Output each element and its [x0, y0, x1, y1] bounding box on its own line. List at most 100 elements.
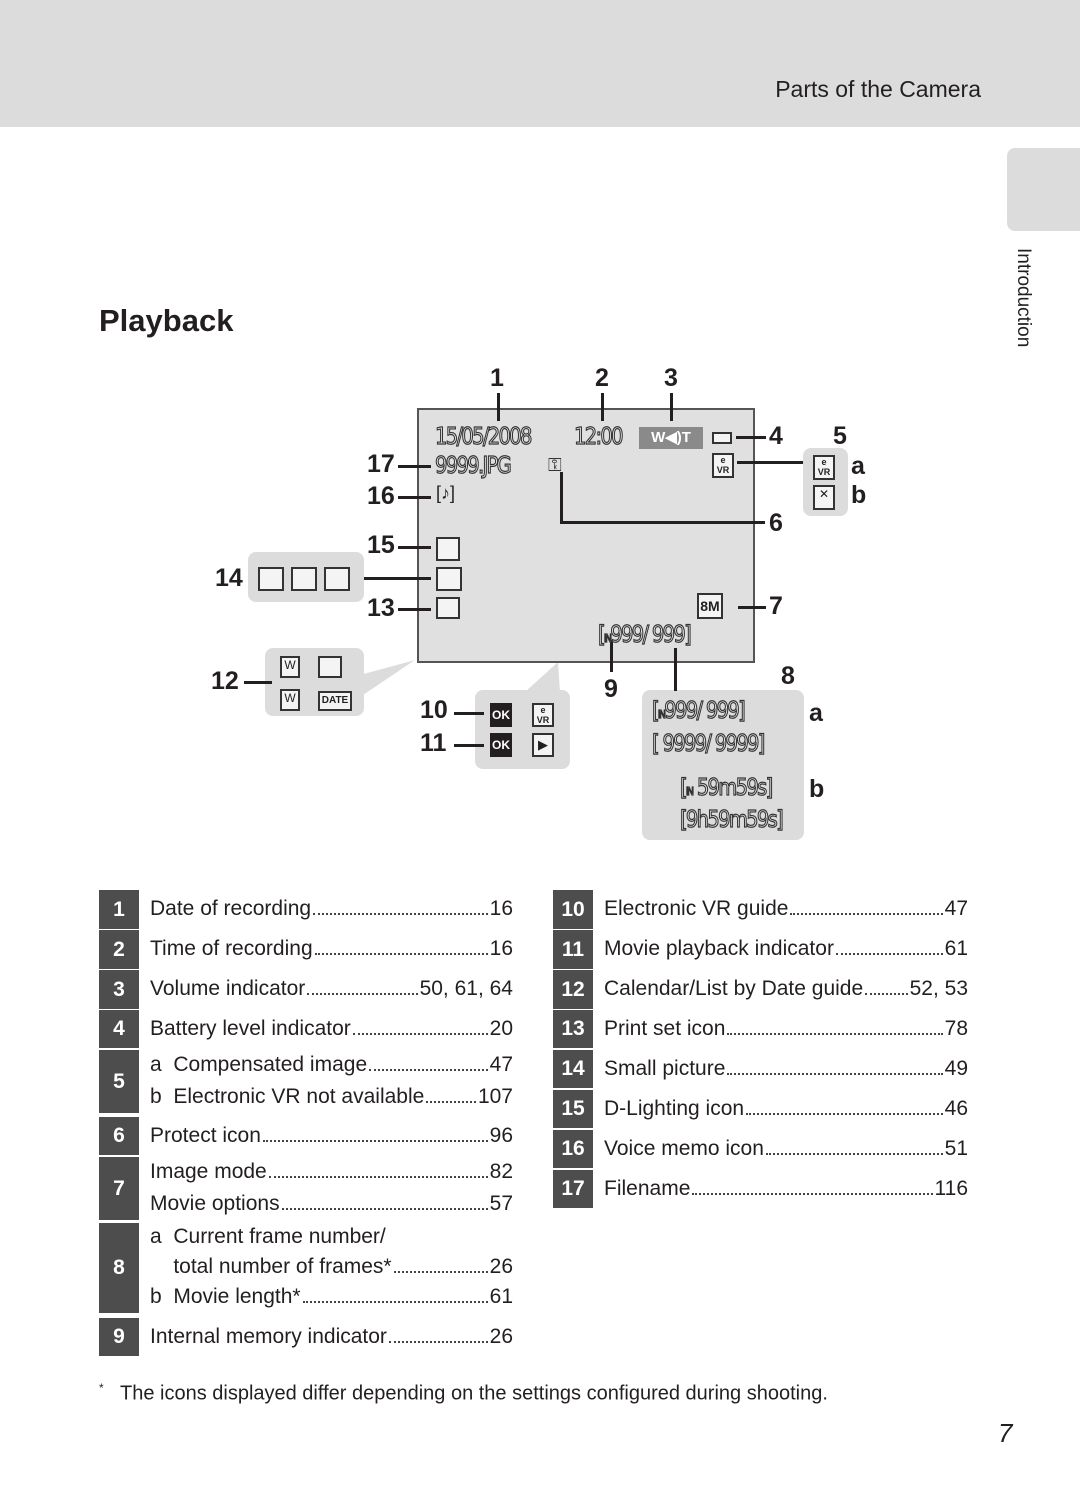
- page-reference: 47: [489, 1053, 513, 1076]
- legend-entry: D-Lighting icon 46: [604, 1097, 968, 1121]
- legend-label: Movie options: [150, 1191, 280, 1215]
- dot-leader: [426, 1100, 476, 1103]
- legend-entry: Time of recording 16: [150, 937, 513, 961]
- legend-entry: a Compensated image 47: [150, 1053, 513, 1077]
- dot-leader: [281, 1207, 488, 1210]
- ok-guide-panel: [475, 690, 570, 769]
- legend-entry: Volume indicator 50, 61, 64: [150, 977, 513, 1001]
- calendar-icon: [318, 656, 342, 678]
- legend-entry: Small picture 49: [604, 1057, 968, 1081]
- page-reference: 57: [489, 1191, 513, 1215]
- legend-entry: Voice memo icon 51: [604, 1137, 968, 1161]
- electronic-vr-icon: e VR: [532, 703, 554, 727]
- legend-number-badge: 8: [99, 1223, 139, 1313]
- page-reference: 78: [944, 1017, 968, 1040]
- small-picture-medium-icon: [291, 567, 317, 591]
- legend-entry: Print set icon 78: [604, 1017, 968, 1041]
- callout-1: 1: [490, 364, 504, 392]
- legend-label: Small picture: [604, 1057, 726, 1080]
- small-picture-small-icon: [324, 567, 350, 591]
- legend-number-badge: 5: [99, 1050, 139, 1113]
- vr-not-available-icon: ✕: [813, 485, 835, 510]
- chapter-tab: [1007, 148, 1080, 231]
- sublabel-8b: b: [809, 775, 825, 803]
- frame-counter-internal: [IN999/ 999]: [651, 697, 746, 724]
- leader-line: [454, 712, 484, 715]
- callout-2: 2: [595, 364, 609, 392]
- ok-button-icon: OK: [490, 703, 512, 727]
- leader-line: [560, 472, 563, 523]
- page-reference: 49: [944, 1057, 968, 1080]
- leader-line: [244, 681, 272, 684]
- print-set-icon: [436, 597, 460, 619]
- legend-label: b Electronic VR not available: [150, 1084, 425, 1108]
- leader-line: [674, 648, 677, 691]
- small-picture-large-icon: [258, 567, 284, 591]
- leader-line: [398, 465, 431, 468]
- electronic-vr-icon: e VR: [712, 453, 734, 478]
- dot-leader: [790, 912, 943, 915]
- list-by-date-icon: DATE: [318, 691, 352, 711]
- leader-line: [398, 496, 431, 499]
- legend-entry: Movie playback indicator 61: [604, 937, 968, 961]
- dot-leader: [262, 1139, 488, 1142]
- legend-label: Image mode: [150, 1160, 267, 1183]
- callout-pointer: [525, 662, 560, 692]
- dot-leader: [835, 952, 943, 955]
- dot-leader: [314, 952, 488, 955]
- page-reference: 96: [489, 1124, 513, 1147]
- d-lighting-icon: [436, 537, 460, 561]
- zoom-wide-icon: W: [280, 689, 300, 711]
- volume-indicator-icon: W◀)T: [639, 427, 703, 449]
- leader-line: [670, 393, 673, 421]
- page-header: [0, 0, 1080, 127]
- page-reference: 52, 53: [909, 977, 968, 1000]
- dot-leader: [765, 1152, 943, 1155]
- legend-label: a Compensated image: [150, 1053, 368, 1076]
- section-title: Parts of the Camera: [775, 76, 981, 102]
- footnote-text: The icons displayed differ depending on …: [119, 1382, 828, 1405]
- leader-line: [737, 461, 803, 464]
- legend-entry: Internal memory indicator 26: [150, 1325, 513, 1349]
- legend-label: b Movie length*: [150, 1285, 301, 1308]
- legend-number-badge: 11: [553, 930, 593, 969]
- legend-label: D-Lighting icon: [604, 1097, 745, 1120]
- page-reference: 116: [934, 1177, 968, 1200]
- internal-memory-icon: IN: [685, 784, 694, 798]
- frame-count-value: 9999/ 9999: [662, 730, 760, 757]
- legend-label: Voice memo icon: [604, 1137, 764, 1160]
- frame-counter-value: 999/ 999: [610, 621, 687, 648]
- page-reference: 16: [489, 897, 513, 920]
- callout-15: 15: [367, 531, 395, 559]
- leader-line: [601, 393, 604, 421]
- battery-icon: [712, 432, 732, 444]
- legend-label: Calendar/List by Date guide: [604, 977, 864, 1000]
- callout-3: 3: [664, 364, 678, 392]
- legend-label: Print set icon: [604, 1017, 726, 1040]
- page-reference: 50, 61, 64: [419, 977, 513, 1000]
- movie-length-value: 9h59m59s: [685, 806, 778, 833]
- callout-7: 7: [769, 592, 783, 620]
- legend-entry: Electronic VR guide 47: [604, 897, 968, 921]
- page-reference: 51: [944, 1137, 968, 1160]
- leader-line: [398, 546, 431, 549]
- callout-pointer: [360, 660, 415, 697]
- legend-number-badge: 15: [553, 1090, 593, 1128]
- ok-button-icon: OK: [490, 733, 512, 757]
- legend-entry: Filename 116: [604, 1177, 968, 1201]
- dot-leader: [393, 1270, 488, 1273]
- dot-leader: [313, 912, 488, 915]
- movie-length-internal: [IN 59m59s]: [679, 774, 773, 801]
- legend-label: Protect icon: [150, 1124, 261, 1147]
- movie-length-card: [9h59m59s]: [679, 806, 784, 833]
- compensated-image-icon: e VR: [813, 455, 835, 480]
- play-icon: ▶: [532, 733, 554, 757]
- dot-leader: [692, 1192, 933, 1195]
- protect-key-icon: ⚿: [548, 455, 562, 475]
- sublabel-5b: b: [851, 481, 867, 509]
- legend-entry: total number of frames* 26: [150, 1255, 513, 1279]
- legend-label: Internal memory indicator: [150, 1325, 387, 1348]
- dot-leader: [369, 1068, 488, 1071]
- page-reference: 61: [489, 1285, 513, 1308]
- legend-entry: Image mode 82: [150, 1160, 513, 1184]
